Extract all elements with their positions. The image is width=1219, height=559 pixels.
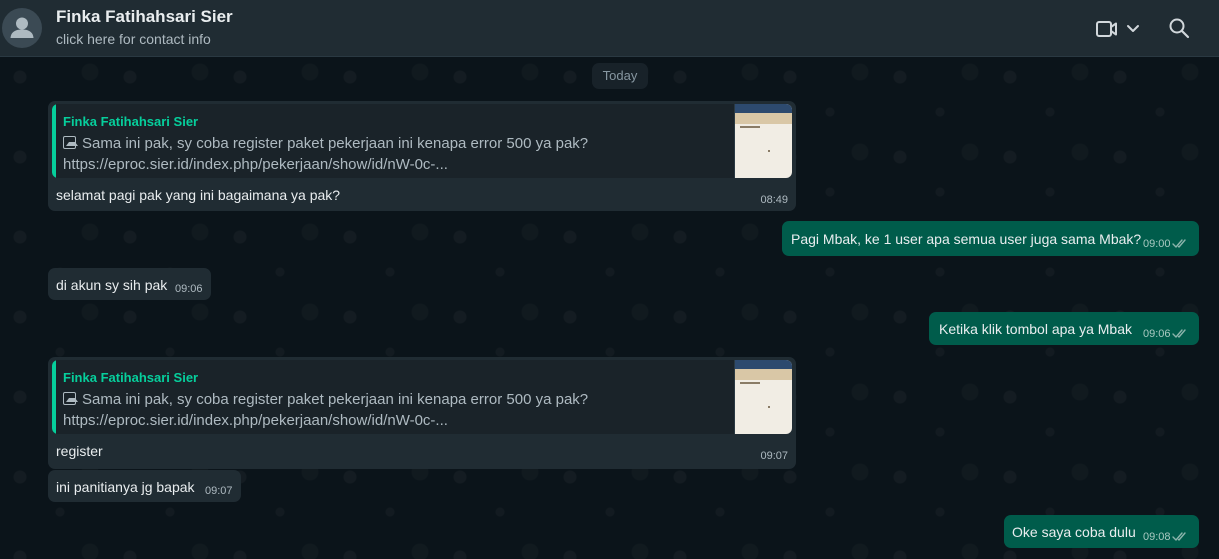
video-call-icon: [1096, 21, 1117, 37]
message-incoming[interactable]: di akun sy sih pak 09:06: [48, 268, 211, 300]
quote-accent-bar: [52, 360, 56, 434]
message-text: register: [56, 443, 103, 459]
message-time: 09:06: [1143, 328, 1171, 340]
quote-text: Sama ini pak, sy coba register paket pek…: [82, 135, 589, 152]
message-list[interactable]: Today Finka Fatihahsari Sier Sama ini pa…: [0, 57, 1219, 559]
contact-name[interactable]: Finka Fatihahsari Sier: [56, 7, 233, 27]
message-text: di akun sy sih pak: [56, 277, 168, 293]
search-button[interactable]: [1167, 16, 1191, 40]
quote-text-row: Sama ini pak, sy coba register paket pek…: [63, 391, 588, 408]
read-receipt-icon: [1172, 239, 1186, 248]
quote-text-row: Sama ini pak, sy coba register paket pek…: [63, 135, 588, 152]
message-time: 09:00: [1143, 238, 1171, 250]
thumbnail-header-band: [735, 360, 792, 369]
message-incoming[interactable]: ini panitianya jg bapak 09:07: [48, 470, 241, 502]
message-time: 09:06: [175, 283, 203, 295]
thumbnail-text-line: [740, 382, 760, 384]
message-outgoing[interactable]: Ketika klik tombol apa ya Mbak 09:06: [929, 312, 1199, 345]
message-text: ini panitianya jg bapak: [56, 479, 195, 495]
quote-author: Finka Fatihahsari Sier: [63, 114, 199, 129]
message-outgoing[interactable]: Oke saya coba dulu 09:08: [1004, 515, 1199, 548]
message-time: 09:08: [1143, 531, 1171, 543]
date-divider: Today: [592, 63, 648, 89]
avatar-icon: [10, 17, 34, 38]
quote-link: https://eproc.sier.id/index.php/pekerjaa…: [63, 156, 448, 173]
message-incoming[interactable]: Finka Fatihahsari Sier Sama ini pak, sy …: [48, 101, 796, 211]
message-text: selamat pagi pak yang ini bagaimana ya p…: [56, 187, 341, 203]
message-text: Pagi Mbak, ke 1 user apa semua user juga…: [791, 231, 1142, 247]
message-time: 08:49: [760, 194, 788, 206]
thumbnail-header-band: [735, 104, 792, 113]
message-text: Ketika klik tombol apa ya Mbak: [939, 321, 1132, 337]
message-outgoing[interactable]: Pagi Mbak, ke 1 user apa semua user juga…: [782, 221, 1199, 256]
chevron-down-icon: [1127, 25, 1139, 32]
message-time: 09:07: [760, 450, 788, 462]
chat-header: Finka Fatihahsari Sier click here for co…: [0, 0, 1219, 57]
thumbnail-text-line: [740, 126, 760, 128]
quote-accent-bar: [52, 104, 56, 178]
video-call-button[interactable]: [1094, 17, 1142, 41]
thumbnail-dot: [768, 150, 770, 152]
message-incoming[interactable]: Finka Fatihahsari Sier Sama ini pak, sy …: [48, 357, 796, 469]
contact-info-link[interactable]: click here for contact info: [56, 31, 211, 47]
quoted-message[interactable]: Finka Fatihahsari Sier Sama ini pak, sy …: [52, 360, 792, 434]
thumbnail-banner: [735, 369, 792, 380]
thumbnail-banner: [735, 113, 792, 124]
quote-text: Sama ini pak, sy coba register paket pek…: [82, 391, 589, 408]
quote-author: Finka Fatihahsari Sier: [63, 370, 199, 385]
message-time: 09:07: [205, 485, 233, 497]
contact-avatar[interactable]: [2, 8, 42, 48]
search-icon: [1169, 18, 1190, 39]
photo-icon: [63, 392, 78, 405]
photo-icon: [63, 136, 78, 149]
message-text: Oke saya coba dulu: [1012, 524, 1136, 540]
thumbnail-dot: [768, 406, 770, 408]
read-receipt-icon: [1172, 532, 1186, 541]
read-receipt-icon: [1172, 329, 1186, 338]
quote-thumbnail: [734, 104, 792, 178]
quoted-message[interactable]: Finka Fatihahsari Sier Sama ini pak, sy …: [52, 104, 792, 178]
quote-link: https://eproc.sier.id/index.php/pekerjaa…: [63, 412, 448, 429]
quote-thumbnail: [734, 360, 792, 434]
